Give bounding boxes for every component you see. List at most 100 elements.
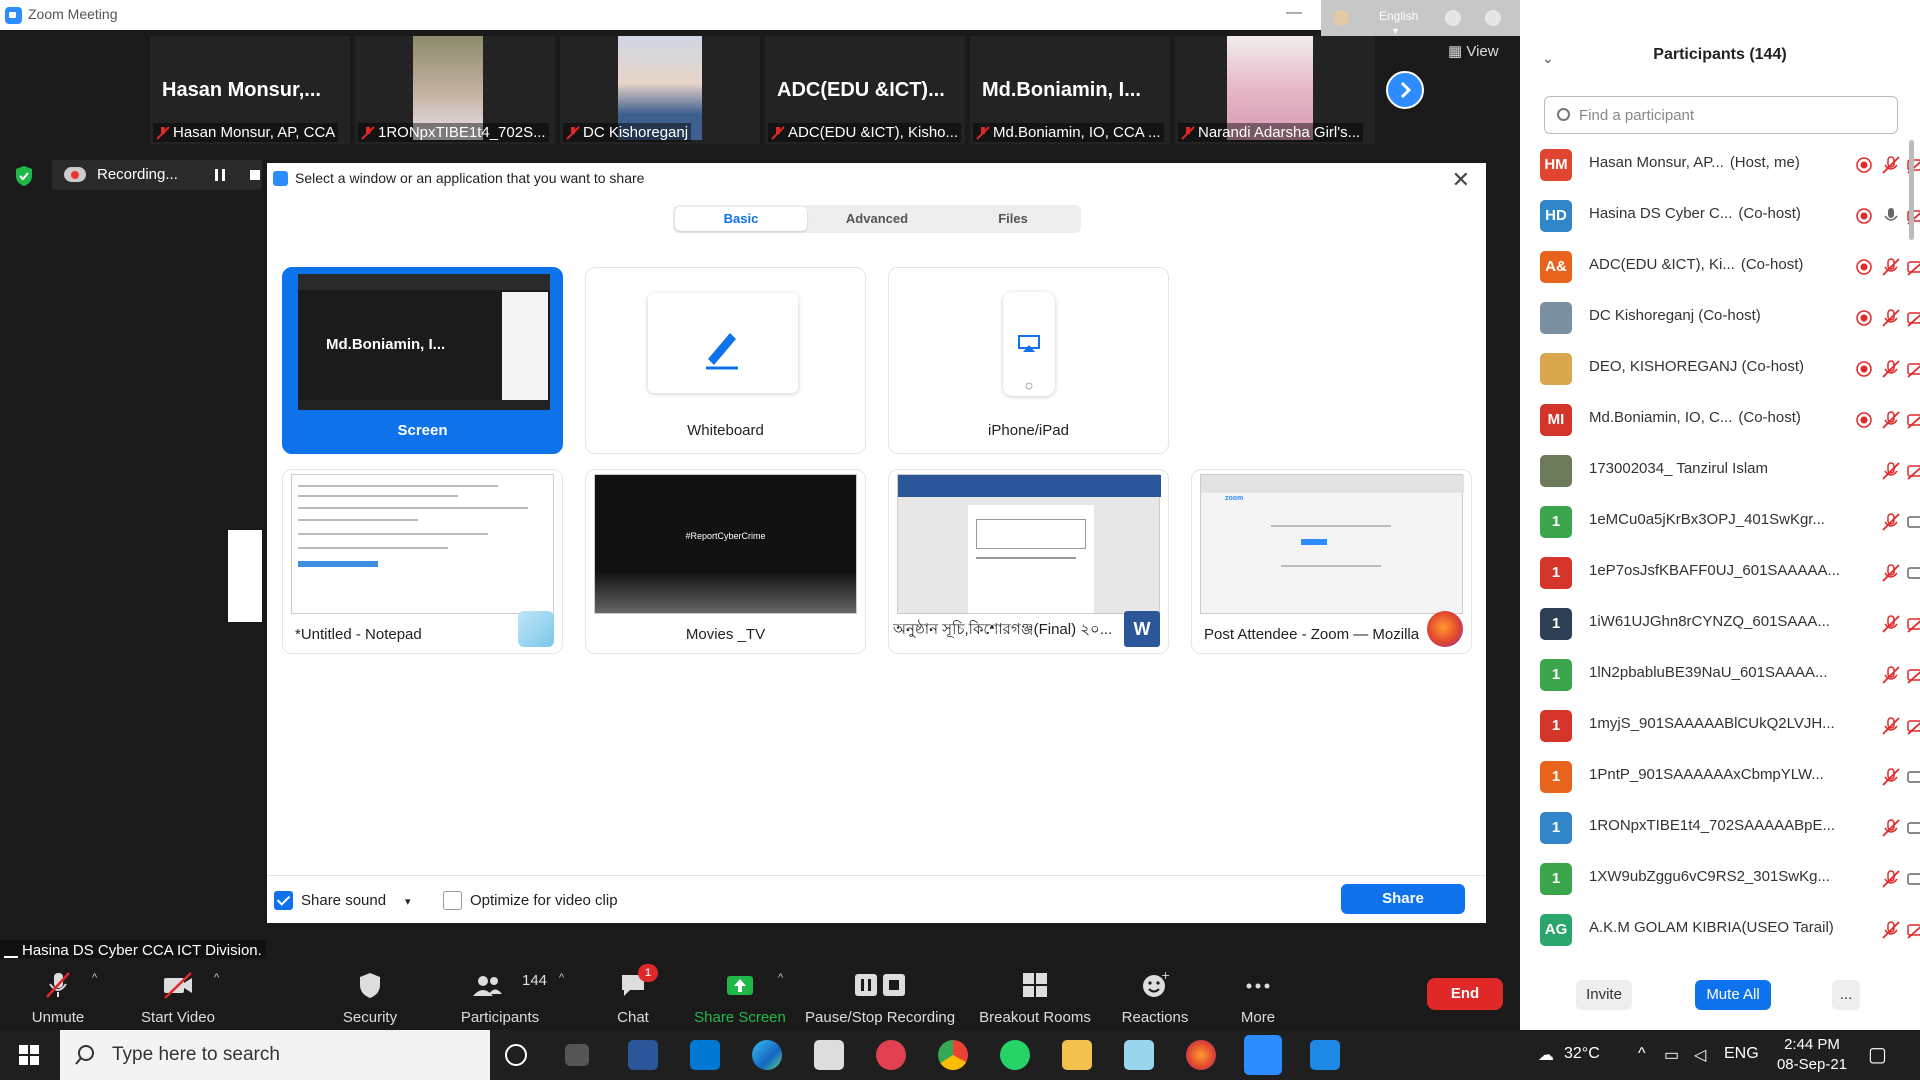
video-tile[interactable]: DC Kishoreganj <box>560 36 760 144</box>
zoom-taskbar-icon[interactable] <box>1244 1035 1282 1075</box>
minimize-button[interactable]: — <box>1286 4 1302 22</box>
reactions-button[interactable]: + Reactions <box>1115 958 1195 1030</box>
security-button[interactable]: Security <box>330 958 410 1030</box>
share-screen-button[interactable]: Share Screen <box>690 958 790 1030</box>
end-meeting-button[interactable]: End <box>1427 978 1503 1010</box>
movies-tv-icon[interactable] <box>1310 1040 1340 1070</box>
participant-row[interactable]: HD Hasina DS Cyber C... (Co-host) <box>1520 191 1920 241</box>
participant-name-text: 1iW61UJGhn8rCYNZQ_601SAAA... <box>1589 613 1830 630</box>
stop-recording-button[interactable] <box>250 170 260 180</box>
participant-row[interactable]: 1 1myjS_901SAAAAABlCUkQ2LVJH... <box>1520 701 1920 751</box>
windows-start-icon[interactable] <box>19 1045 39 1065</box>
mail-icon[interactable] <box>690 1040 720 1070</box>
share-window-firefox[interactable]: zoom Post Attendee - Zoom — Mozilla ... <box>1191 469 1472 654</box>
notifications-icon[interactable]: ▢ <box>1868 1042 1887 1067</box>
participant-row[interactable]: 1 1XW9ubZggu6vC9RS2_301SwKg... <box>1520 854 1920 904</box>
share-option-iphone-ipad[interactable]: iPhone/iPad <box>888 267 1169 454</box>
unmute-button[interactable]: Unmute <box>18 958 98 1030</box>
participant-row[interactable]: AG A.K.M GOLAM KIBRIA(USEO Tarail) <box>1520 905 1920 955</box>
temperature[interactable]: 32°C <box>1564 1045 1600 1063</box>
security-shield-icon <box>16 166 32 186</box>
participant-list-scrollbar[interactable] <box>1909 140 1914 240</box>
participant-row[interactable]: 1 1PntP_901SAAAAAAxCbmpYLW... <box>1520 752 1920 802</box>
pause-stop-recording-button[interactable]: Pause/Stop Recording <box>805 958 955 1030</box>
participant-row[interactable]: 1 1RONpxTIBE1t4_702SAAAAABpE... <box>1520 803 1920 853</box>
participant-row[interactable]: 1 1lN2pbabluBE39NaU_601SAAAA... <box>1520 650 1920 700</box>
tile-name-label: Hasan Monsur, AP, CCA <box>153 123 339 142</box>
share-option-whiteboard[interactable]: Whiteboard <box>585 267 866 454</box>
view-button[interactable]: ▦ View <box>1448 42 1499 60</box>
edge-icon[interactable] <box>752 1040 782 1070</box>
weather-icon[interactable]: ☁ <box>1538 1045 1554 1065</box>
paint-icon[interactable] <box>876 1040 906 1070</box>
participant-row[interactable]: MI Md.Boniamin, IO, C... (Co-host) <box>1520 395 1920 445</box>
share-options-caret[interactable]: ^ <box>776 958 792 1030</box>
participant-row[interactable]: DC Kishoreganj (Co-host) <box>1520 293 1920 343</box>
participant-search-input[interactable] <box>1577 104 1877 126</box>
firefox-taskbar-icon[interactable] <box>1186 1040 1216 1070</box>
close-dialog-button[interactable]: ✕ <box>1452 167 1470 193</box>
share-sound-dropdown[interactable]: ▾ <box>405 895 411 908</box>
tab-advanced[interactable]: Advanced <box>811 207 943 231</box>
participants-options-caret[interactable]: ^ <box>557 958 573 1030</box>
participant-name: 173002034_ Tanzirul Islam <box>1589 460 1844 477</box>
next-page-button[interactable] <box>1386 71 1424 109</box>
chrome-icon[interactable] <box>938 1040 968 1070</box>
taskbar-search-input[interactable] <box>110 1043 470 1067</box>
video-tile[interactable]: Hasan Monsur,... Hasan Monsur, AP, CCA <box>150 36 350 144</box>
avatar: 1 <box>1540 812 1572 844</box>
share-screen-label: Share Screen <box>694 1009 786 1026</box>
tab-files[interactable]: Files <box>947 207 1079 231</box>
widgets-icon[interactable] <box>565 1044 589 1066</box>
mute-all-button[interactable]: Mute All <box>1695 980 1771 1010</box>
store-icon[interactable] <box>814 1040 844 1070</box>
taskbar-clock[interactable]: 2:44 PM 08-Sep-21 <box>1767 1035 1857 1075</box>
battery-icon[interactable]: ▭ <box>1664 1045 1679 1065</box>
participant-row[interactable]: A& ADC(EDU &ICT), Ki... (Co-host) <box>1520 242 1920 292</box>
video-tile[interactable]: Narandi Adarsha Girl's... <box>1175 36 1375 144</box>
input-language[interactable]: ENG <box>1724 1045 1759 1063</box>
video-tile[interactable]: 1RONpxTIBE1t4_702S... <box>355 36 555 144</box>
audio-options-caret[interactable]: ^ <box>90 958 106 1030</box>
participant-row[interactable]: 1 1iW61UJGhn8rCYNZQ_601SAAA... <box>1520 599 1920 649</box>
task-view-icon[interactable] <box>505 1044 527 1066</box>
tool-icon[interactable] <box>1485 10 1501 26</box>
participant-row[interactable]: DEO, KISHOREGANJ (Co-host) <box>1520 344 1920 394</box>
participant-row[interactable]: 1 1eP7osJsfKBAFF0UJ_601SAAAAA... <box>1520 548 1920 598</box>
share-window-word[interactable]: অনুষ্ঠান সূচি,কিশোরগঞ্জ(Final) ২০... W <box>888 469 1169 654</box>
more-button[interactable]: More <box>1218 958 1298 1030</box>
file-explorer-icon[interactable] <box>1062 1040 1092 1070</box>
whatsapp-icon[interactable] <box>1000 1040 1030 1070</box>
optimize-video-checkbox[interactable] <box>443 891 462 910</box>
tab-basic[interactable]: Basic <box>675 207 807 231</box>
participant-search[interactable] <box>1544 96 1898 134</box>
share-window-notepad[interactable]: *Untitled - Notepad <box>282 469 563 654</box>
more-options-button[interactable]: ... <box>1832 980 1860 1010</box>
share-window-movies-tv[interactable]: #ReportCyberCrime Movies _TV <box>585 469 866 654</box>
minimize-icon[interactable] <box>1445 10 1461 26</box>
mic-muted-icon <box>566 126 580 140</box>
share-button[interactable]: Share <box>1341 884 1465 914</box>
invite-button[interactable]: Invite <box>1576 980 1632 1010</box>
video-tile[interactable]: Md.Boniamin, I... Md.Boniamin, IO, CCA .… <box>970 36 1170 144</box>
video-tile[interactable]: ADC(EDU &ICT)... ADC(EDU &ICT), Kisho... <box>765 36 965 144</box>
breakout-rooms-button[interactable]: Breakout Rooms <box>975 958 1095 1030</box>
word-taskbar-icon[interactable] <box>628 1040 658 1070</box>
share-sound-checkbox[interactable] <box>274 891 293 910</box>
participant-row[interactable]: HM Hasan Monsur, AP... (Host, me) <box>1520 140 1920 190</box>
tray-overflow-icon[interactable]: ^ <box>1638 1045 1646 1063</box>
pause-recording-button[interactable] <box>215 169 225 181</box>
language-selector[interactable]: English <box>1379 9 1418 23</box>
taskbar-search[interactable] <box>60 1030 490 1080</box>
chat-button[interactable]: 1 Chat <box>600 958 666 1030</box>
share-option-screen[interactable]: Md.Boniamin, I... Screen <box>282 267 563 454</box>
notepad-taskbar-icon[interactable] <box>1124 1040 1154 1070</box>
video-options-caret[interactable]: ^ <box>212 958 228 1030</box>
speaker-icon[interactable]: ◁ <box>1694 1045 1706 1065</box>
mic-muted-icon <box>1882 462 1900 480</box>
participants-button[interactable]: 144 Participants <box>452 958 548 1030</box>
participant-row[interactable]: 1 1eMCu0a5jKrBx3OPJ_401SwKgr... <box>1520 497 1920 547</box>
avatar: 1 <box>1540 659 1572 691</box>
participant-row[interactable]: 173002034_ Tanzirul Islam <box>1520 446 1920 496</box>
breakout-rooms-icon <box>1023 973 1047 997</box>
